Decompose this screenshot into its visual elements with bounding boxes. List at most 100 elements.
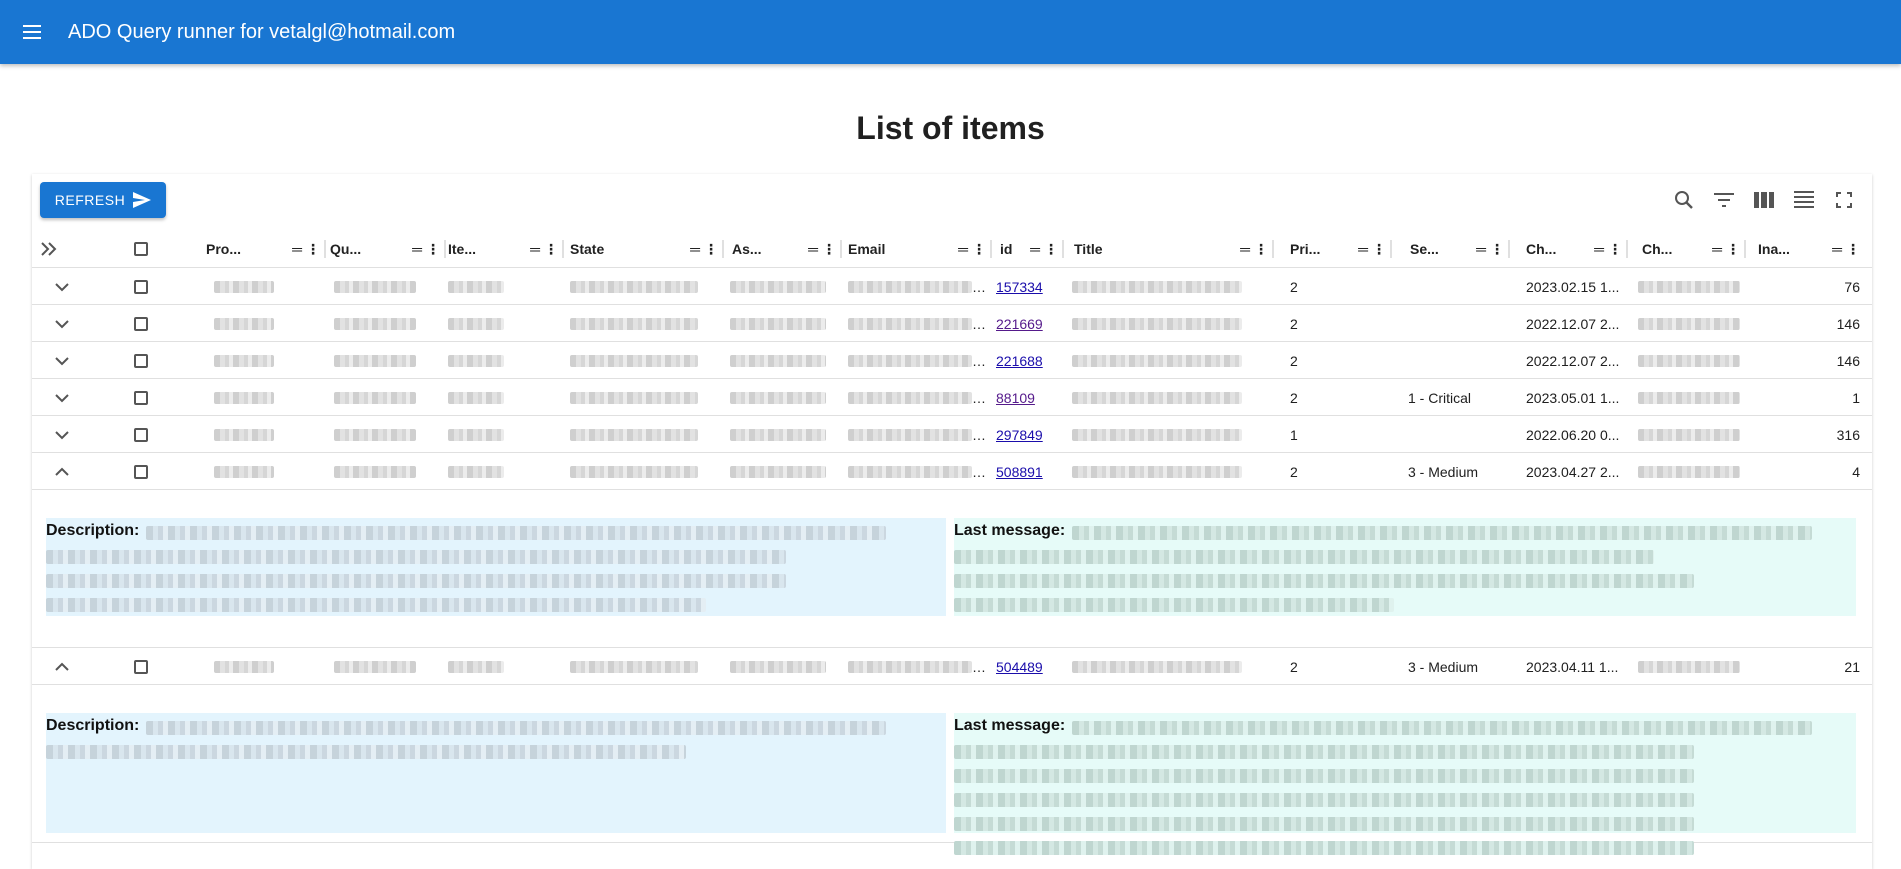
drag-handle-icon[interactable]: ═ xyxy=(1240,241,1250,257)
search-icon[interactable] xyxy=(1672,186,1696,214)
drag-handle-icon[interactable]: ═ xyxy=(958,241,968,257)
collapse-row-icon[interactable] xyxy=(50,655,74,679)
column-menu-icon[interactable]: ⋮ xyxy=(544,241,558,258)
row-checkbox[interactable] xyxy=(134,659,148,674)
row-checkbox[interactable] xyxy=(134,316,148,331)
column-menu-icon[interactable]: ⋮ xyxy=(822,241,836,258)
redacted-text xyxy=(954,550,1654,564)
cell-title xyxy=(1072,453,1268,490)
table-row[interactable]: … 221688 2 2022.12.07 2... 146 xyxy=(32,342,1872,379)
column-header-project[interactable]: Pro... ═ ⋮ xyxy=(206,230,326,268)
column-header-query[interactable]: Qu... ═ ⋮ xyxy=(326,230,446,268)
column-menu-icon[interactable]: ⋮ xyxy=(426,241,440,258)
work-item-link[interactable]: 221669 xyxy=(996,316,1043,332)
column-header-item-type[interactable]: Ite... ═ ⋮ xyxy=(446,230,564,268)
cell-changed: 2022.06.20 0... xyxy=(1526,416,1626,453)
table-row[interactable]: … 88109 2 1 - Critical 2023.05.01 1... 1 xyxy=(32,379,1872,416)
cell-email: … xyxy=(848,305,988,342)
cell-state xyxy=(570,416,720,453)
column-header-title[interactable]: Title ═ ⋮ xyxy=(1064,230,1274,268)
expand-row-icon[interactable] xyxy=(50,275,74,299)
drag-handle-icon[interactable]: ═ xyxy=(808,241,818,257)
collapse-row-icon[interactable] xyxy=(50,460,74,484)
select-all-checkbox[interactable] xyxy=(134,242,148,256)
menu-icon[interactable] xyxy=(0,0,64,64)
column-header-inactive[interactable]: Ina... ═ ⋮ xyxy=(1746,230,1866,268)
drag-handle-icon[interactable]: ═ xyxy=(530,241,540,257)
work-item-link[interactable]: 221688 xyxy=(996,353,1043,369)
cell-inactive: 21 xyxy=(1752,648,1860,685)
cell-severity-text: 1 - Critical xyxy=(1408,389,1472,406)
drag-handle-icon[interactable]: ═ xyxy=(1476,241,1486,257)
row-checkbox[interactable] xyxy=(134,279,148,294)
expand-row-icon[interactable] xyxy=(50,349,74,373)
work-item-link[interactable]: 157334 xyxy=(996,279,1043,295)
work-item-link[interactable]: 297849 xyxy=(996,427,1043,443)
cell-changed: 2023.04.27 2... xyxy=(1526,453,1626,490)
row-checkbox[interactable] xyxy=(134,390,148,405)
column-menu-icon[interactable]: ⋮ xyxy=(1044,241,1058,258)
table-row[interactable]: … 221669 2 2022.12.07 2... 146 xyxy=(32,305,1872,342)
cell-inactive-text: 146 xyxy=(1836,352,1860,369)
cell-severity xyxy=(1408,342,1508,379)
column-header-changed-by[interactable]: Ch... ═ ⋮ xyxy=(1628,230,1746,268)
cell-priority-text: 2 xyxy=(1290,278,1298,295)
column-label: Title xyxy=(1074,241,1103,257)
column-menu-icon[interactable]: ⋮ xyxy=(306,241,320,258)
cell-assigned xyxy=(730,648,838,685)
work-item-link[interactable]: 88109 xyxy=(996,390,1035,406)
cell-assigned xyxy=(730,342,838,379)
redacted-text xyxy=(954,598,1394,612)
drag-handle-icon[interactable]: ═ xyxy=(1358,241,1368,257)
column-menu-icon[interactable]: ⋮ xyxy=(1490,241,1504,258)
cell-title xyxy=(1072,379,1268,416)
density-icon[interactable] xyxy=(1792,186,1816,214)
column-menu-icon[interactable]: ⋮ xyxy=(972,241,986,258)
table-row[interactable]: … 157334 2 2023.02.15 1... 76 xyxy=(32,268,1872,305)
cell-id: 221688 xyxy=(996,342,1062,379)
refresh-button[interactable]: REFRESH xyxy=(40,182,166,218)
table-row[interactable]: … 508891 2 3 - Medium 2023.04.27 2... 4 xyxy=(32,453,1872,490)
cell-inactive: 4 xyxy=(1752,453,1860,490)
column-menu-icon[interactable]: ⋮ xyxy=(1608,241,1622,258)
column-header-severity[interactable]: Se... ═ ⋮ xyxy=(1392,230,1510,268)
column-label: As... xyxy=(732,241,762,257)
column-header-priority[interactable]: Pri... ═ ⋮ xyxy=(1274,230,1392,268)
column-header-email[interactable]: Email ═ ⋮ xyxy=(842,230,992,268)
drag-handle-icon[interactable]: ═ xyxy=(1594,241,1604,257)
drag-handle-icon[interactable]: ═ xyxy=(292,241,302,257)
expand-all-icon[interactable] xyxy=(40,230,80,268)
drag-handle-icon[interactable]: ═ xyxy=(1832,241,1842,257)
columns-icon[interactable] xyxy=(1752,186,1776,214)
expand-row-icon[interactable] xyxy=(50,423,74,447)
cell-item-type xyxy=(448,416,558,453)
row-checkbox[interactable] xyxy=(134,464,148,479)
row-checkbox[interactable] xyxy=(134,353,148,368)
column-menu-icon[interactable]: ⋮ xyxy=(1254,241,1268,258)
column-menu-icon[interactable]: ⋮ xyxy=(1846,241,1860,258)
drag-handle-icon[interactable]: ═ xyxy=(1030,241,1040,257)
drag-handle-icon[interactable]: ═ xyxy=(412,241,422,257)
work-item-link[interactable]: 504489 xyxy=(996,659,1043,675)
row-checkbox[interactable] xyxy=(134,427,148,442)
drag-handle-icon[interactable]: ═ xyxy=(690,241,700,257)
cell-title xyxy=(1072,305,1268,342)
drag-handle-icon[interactable]: ═ xyxy=(1712,241,1722,257)
expand-row-icon[interactable] xyxy=(50,312,74,336)
column-header-id[interactable]: id ═ ⋮ xyxy=(992,230,1064,268)
column-header-assigned[interactable]: As... ═ ⋮ xyxy=(724,230,842,268)
column-menu-icon[interactable]: ⋮ xyxy=(1726,241,1740,258)
filter-icon[interactable] xyxy=(1712,186,1736,214)
column-menu-icon[interactable]: ⋮ xyxy=(1372,241,1386,258)
expand-row-icon[interactable] xyxy=(50,386,74,410)
table-row[interactable]: … 297849 1 2022.06.20 0... 316 xyxy=(32,416,1872,453)
column-header-state[interactable]: State ═ ⋮ xyxy=(564,230,724,268)
cell-priority: 2 xyxy=(1290,379,1386,416)
description-box: Description: xyxy=(46,713,946,833)
fullscreen-icon[interactable] xyxy=(1832,186,1856,214)
work-item-link[interactable]: 508891 xyxy=(996,464,1043,480)
table-row[interactable]: … 504489 2 3 - Medium 2023.04.11 1... 21 xyxy=(32,648,1872,685)
cell-changed-by xyxy=(1638,305,1744,342)
column-menu-icon[interactable]: ⋮ xyxy=(704,241,718,258)
column-header-changed[interactable]: Ch... ═ ⋮ xyxy=(1510,230,1628,268)
